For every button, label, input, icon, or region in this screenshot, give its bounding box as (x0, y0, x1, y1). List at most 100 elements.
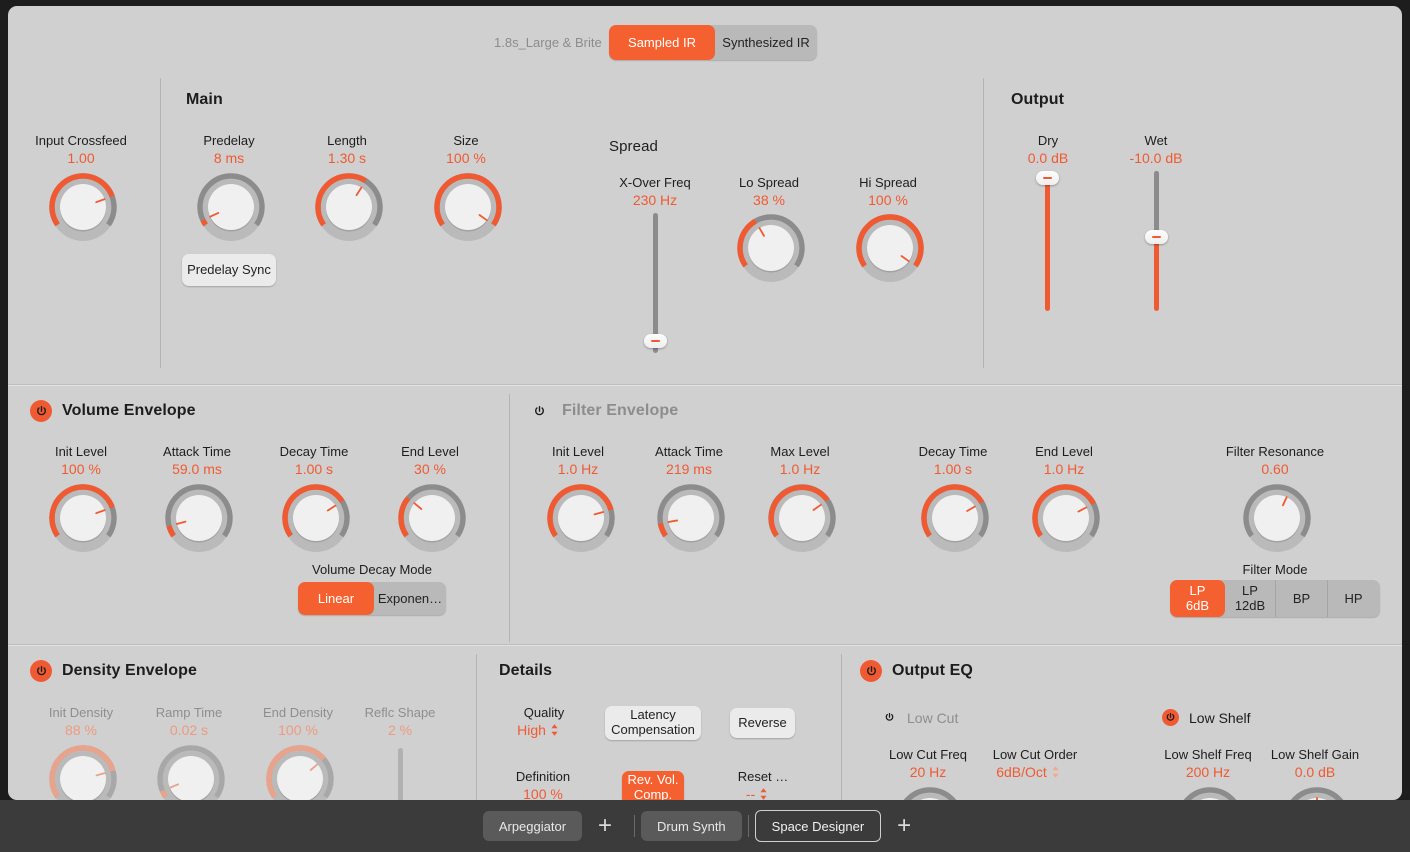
param-value-size[interactable]: 100 % (396, 150, 536, 166)
knob-filter-resonance[interactable] (1243, 484, 1313, 554)
param-value-quality[interactable]: High (468, 722, 608, 740)
section-title-density-envelope: Density Envelope (62, 662, 197, 680)
knob-vol-end-level[interactable] (398, 484, 468, 554)
filter-mode-bp[interactable]: BP (1276, 580, 1327, 617)
param-value-filt-end-level[interactable]: 1.0 Hz (994, 461, 1134, 477)
param-value-filt-max-level[interactable]: 1.0 Hz (730, 461, 870, 477)
knob-end-density[interactable] (266, 745, 336, 800)
low-cut-order-stepper[interactable] (1051, 765, 1060, 782)
latency-compensation-button[interactable]: Latency Compensation (605, 706, 701, 740)
volume-decay-mode-label: Volume Decay Mode (302, 562, 442, 577)
ir-mode-sampled[interactable]: Sampled IR (609, 25, 715, 60)
param-value-vol-end-level[interactable]: 30 % (360, 461, 500, 477)
plugin-chain-separator-2 (748, 815, 749, 837)
ir-mode-segmented-control[interactable]: Sampled IR Synthesized IR (609, 25, 817, 60)
filter-mode-lp12[interactable]: LP 12dB (1225, 580, 1275, 617)
knob-vol-decay-time[interactable] (282, 484, 352, 554)
plugin-slot-arpeggiator[interactable]: Arpeggiator (483, 811, 582, 841)
param-value-definition[interactable]: 100 % (473, 786, 613, 800)
filter-envelope-power-button[interactable] (528, 400, 550, 422)
knob-filt-decay-time[interactable] (921, 484, 991, 554)
reset-stepper[interactable] (759, 787, 768, 800)
knob-lo-spread[interactable] (737, 214, 807, 284)
quality-stepper[interactable] (550, 723, 559, 740)
volume-decay-mode-exponential[interactable]: Exponen… (374, 582, 446, 615)
section-title-spread: Spread (609, 138, 658, 155)
plugin-slot-drum-synth[interactable]: Drum Synth (641, 811, 742, 841)
filter-mode-segmented-control[interactable]: LP 6dB LP 12dB BP HP (1170, 580, 1380, 617)
knob-filt-attack-time[interactable] (657, 484, 727, 554)
density-envelope-power-button[interactable] (30, 660, 52, 682)
ir-mode-synthesized[interactable]: Synthesized IR (715, 25, 817, 60)
knob-length[interactable] (315, 173, 385, 243)
volume-envelope-power-button[interactable] (30, 400, 52, 422)
knob-low-cut-freq[interactable] (896, 787, 966, 800)
knob-filt-end-level[interactable] (1032, 484, 1102, 554)
param-value-filter-resonance[interactable]: 0.60 (1205, 461, 1345, 477)
knob-filt-max-level[interactable] (768, 484, 838, 554)
add-plugin-button-1[interactable]: + (582, 811, 628, 841)
param-value-low-cut-order[interactable]: 6dB/Oct (958, 764, 1098, 782)
knob-filt-init-level[interactable] (547, 484, 617, 554)
knob-size[interactable] (434, 173, 504, 243)
knob-predelay[interactable] (197, 173, 267, 243)
slider-thumb-line (1152, 236, 1161, 238)
filter-mode-hp[interactable]: HP (1328, 580, 1379, 617)
param-label-hi-spread: Hi Spread (818, 175, 958, 190)
low-shelf-power-button[interactable] (1162, 709, 1179, 726)
param-value-wet[interactable]: -10.0 dB (1086, 150, 1226, 166)
param-label-size: Size (396, 133, 536, 148)
slider-track (1045, 171, 1050, 311)
knob-vol-attack-time[interactable] (165, 484, 235, 554)
slider-thumb[interactable] (1036, 171, 1059, 185)
knob-low-shelf-gain[interactable] (1283, 787, 1353, 800)
predelay-sync-button[interactable]: Predelay Sync (182, 254, 276, 286)
output-eq-power-button[interactable] (860, 660, 882, 682)
volume-decay-mode-linear[interactable]: Linear (298, 582, 374, 615)
knob-ramp-time[interactable] (157, 745, 227, 800)
knob-vol-init-level[interactable] (49, 484, 119, 554)
reverse-button[interactable]: Reverse (730, 708, 795, 738)
param-value-reset[interactable]: -- (687, 786, 827, 800)
divider-input-main (160, 78, 161, 368)
knob-init-density[interactable] (49, 745, 119, 800)
divider-row1-row2-highlight (8, 385, 1402, 386)
divider-main-output (983, 78, 984, 368)
param-value-reflc-shape[interactable]: 2 % (330, 722, 470, 738)
param-label-definition: Definition (473, 769, 613, 784)
chevron-updown-icon (550, 723, 559, 737)
param-label-low-cut-order: Low Cut Order (965, 747, 1105, 762)
param-label-low-shelf-gain: Low Shelf Gain (1245, 747, 1385, 762)
slider-thumb-line (651, 340, 660, 342)
power-icon (865, 665, 878, 678)
knob-hi-spread[interactable] (856, 214, 926, 284)
param-label-filt-end-level: End Level (994, 444, 1134, 459)
low-cut-power-button[interactable] (881, 709, 898, 726)
param-label-input-crossfeed: Input Crossfeed (11, 133, 151, 148)
power-icon (35, 405, 48, 418)
filter-mode-lp6[interactable]: LP 6dB (1170, 580, 1225, 617)
divider-details-outputeq (841, 654, 842, 800)
plugin-slot-space-designer[interactable]: Space Designer (755, 810, 882, 842)
rev-vol-comp-button[interactable]: Rev. Vol. Comp. (622, 771, 684, 800)
section-title-filter-envelope: Filter Envelope (562, 402, 678, 420)
param-value-hi-spread[interactable]: 100 % (818, 192, 958, 208)
add-plugin-button-2[interactable]: + (881, 811, 927, 841)
section-title-main: Main (186, 91, 223, 109)
param-label-wet: Wet (1086, 133, 1226, 148)
section-title-details: Details (499, 662, 552, 680)
slider-thumb[interactable] (644, 334, 667, 348)
slider-thumb[interactable] (1145, 230, 1168, 244)
param-label-quality: Quality (474, 705, 614, 720)
power-icon (884, 712, 895, 723)
knob-input-crossfeed[interactable] (49, 173, 119, 243)
param-value-input-crossfeed[interactable]: 1.00 (11, 150, 151, 166)
knob-low-shelf-freq[interactable] (1176, 787, 1246, 800)
divider-row2-row3-highlight (8, 645, 1402, 646)
volume-decay-mode-segmented-control[interactable]: Linear Exponen… (298, 582, 446, 615)
filter-mode-label: Filter Mode (1205, 562, 1345, 577)
slider-reflc-shape[interactable] (398, 748, 403, 800)
preset-name-label[interactable]: 1.8s_Large & Brite (494, 35, 602, 50)
param-value-low-shelf-gain[interactable]: 0.0 dB (1245, 764, 1385, 780)
param-label-filter-resonance: Filter Resonance (1205, 444, 1345, 459)
